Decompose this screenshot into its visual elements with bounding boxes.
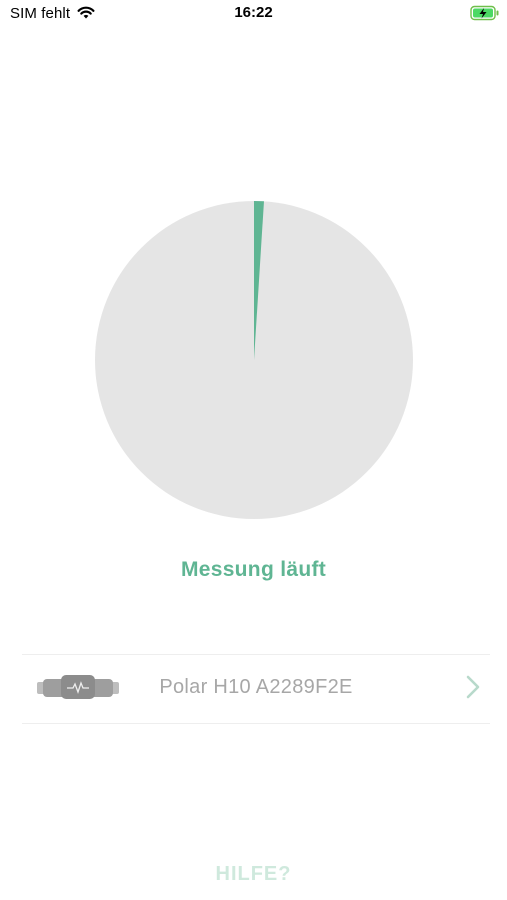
divider-bottom	[22, 723, 490, 724]
clock: 16:22	[234, 4, 273, 21]
measurement-progress-pie	[95, 201, 413, 519]
device-row[interactable]: Polar H10 A2289F2E	[22, 654, 490, 724]
device-name: Polar H10 A2289F2E	[159, 676, 353, 698]
chevron-right-icon	[466, 675, 480, 699]
status-bar: SIM fehlt 16:22	[0, 0, 507, 30]
battery-charging-icon	[470, 5, 499, 21]
measurement-status-label: Messung läuft	[180, 558, 327, 581]
help-button[interactable]: HILFE?	[0, 863, 507, 886]
